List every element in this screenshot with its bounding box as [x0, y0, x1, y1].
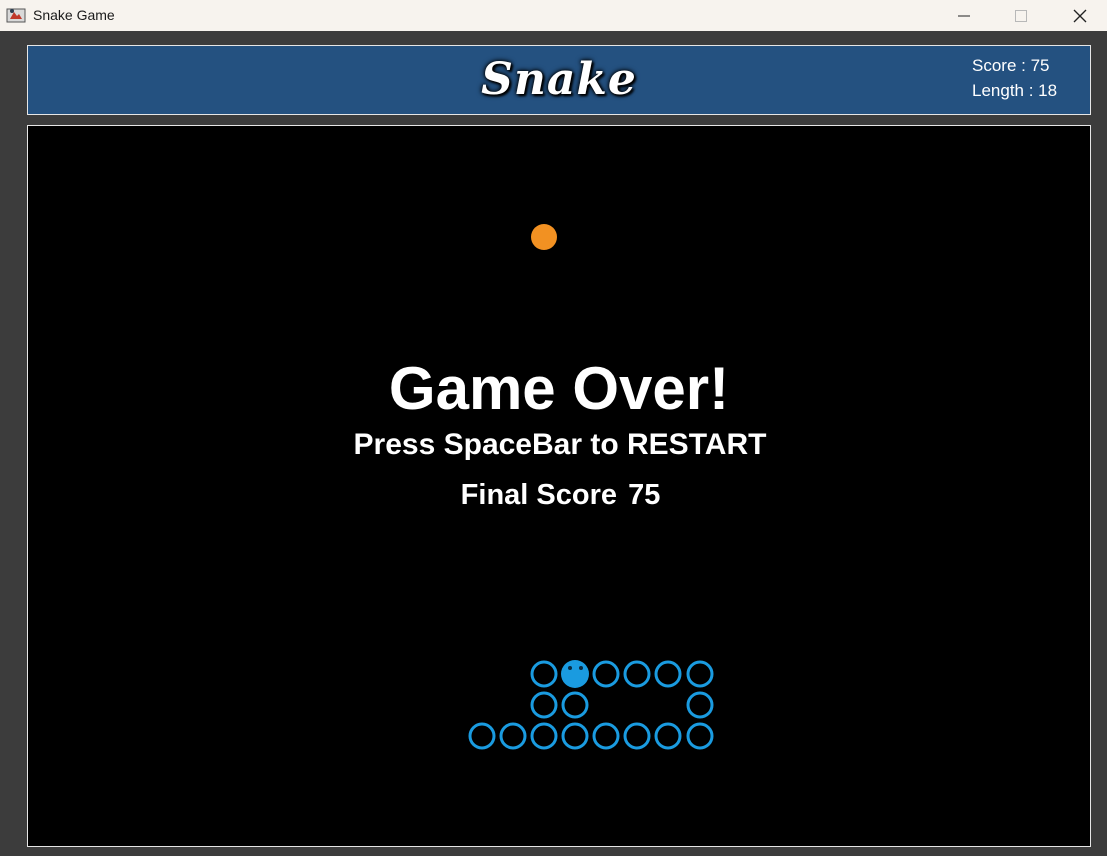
- minimize-button[interactable]: [941, 0, 987, 31]
- maximize-icon: [1015, 9, 1027, 22]
- maximize-button[interactable]: [998, 0, 1044, 31]
- snake-segment: [654, 722, 682, 750]
- window-title: Snake Game: [33, 7, 115, 23]
- snake: [468, 660, 714, 750]
- close-icon: [1073, 9, 1087, 22]
- final-score-value: 75: [628, 479, 661, 511]
- snake-logo: Snake: [481, 54, 637, 105]
- java-app-icon: [6, 8, 26, 23]
- snake-eye: [579, 666, 583, 670]
- snake-segment: [623, 660, 651, 688]
- snake-head: [561, 660, 589, 688]
- snake-segment: [686, 722, 714, 750]
- snake-segment: [530, 660, 558, 688]
- snake-segment: [499, 722, 527, 750]
- final-score: Final Score 75: [28, 479, 1090, 512]
- snake-eye: [568, 666, 572, 670]
- food-pellet: [531, 224, 557, 250]
- snake-segment: [592, 660, 620, 688]
- restart-instruction: Press SpaceBar to RESTART: [353, 428, 767, 461]
- snake-segment: [561, 691, 589, 719]
- minimize-icon: [958, 15, 970, 16]
- snake-segment: [686, 691, 714, 719]
- snake-segment: [592, 722, 620, 750]
- game-board[interactable]: Game Over! Press SpaceBar to RESTART Fin…: [27, 125, 1091, 847]
- snake-segment: [654, 660, 682, 688]
- snake-segment: [686, 660, 714, 688]
- window-titlebar: Snake Game: [0, 0, 1107, 31]
- snake-segment: [623, 722, 651, 750]
- snake-segment: [530, 691, 558, 719]
- header-panel: Snake Score : 75 Length : 18: [27, 45, 1091, 115]
- score-label: Score : 75: [972, 56, 1050, 75]
- length-label: Length : 18: [972, 81, 1058, 100]
- snake-segment: [468, 722, 496, 750]
- snake-segment: [561, 722, 589, 750]
- stats-panel: Score : 75 Length : 18: [972, 53, 1057, 103]
- game-over-heading: Game Over!: [388, 355, 730, 422]
- final-score-label: Final Score: [460, 479, 617, 511]
- snake-segment: [530, 722, 558, 750]
- close-button[interactable]: [1057, 0, 1103, 31]
